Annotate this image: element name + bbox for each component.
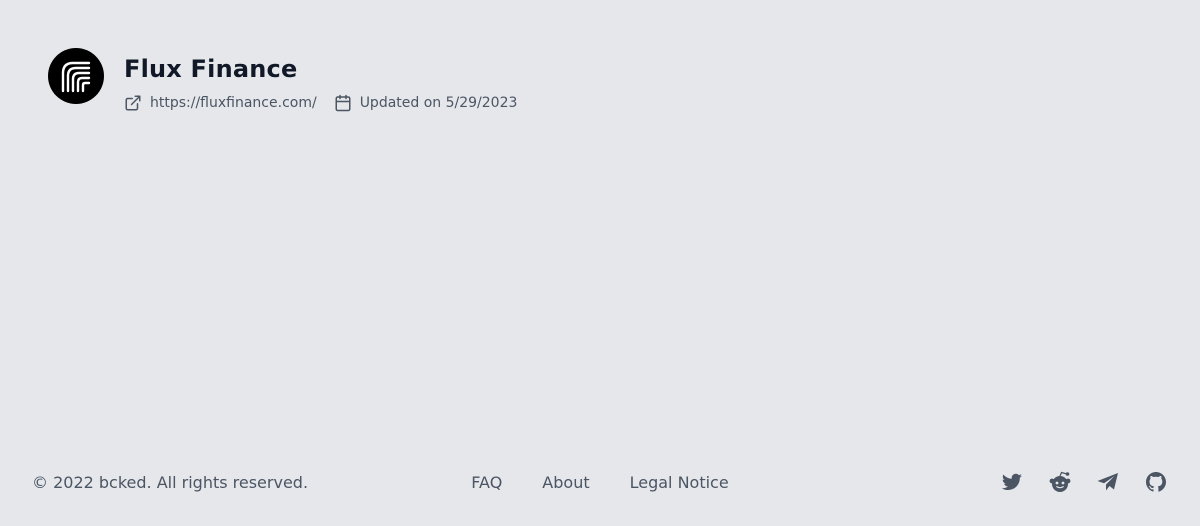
telegram-icon[interactable]: [1096, 470, 1120, 494]
updated-date-text: Updated on 5/29/2023: [359, 95, 518, 111]
project-meta: https://fluxfinance.com/ Updated on 5/29…: [124, 94, 534, 112]
faq-link[interactable]: FAQ: [471, 473, 502, 492]
legal-notice-link[interactable]: Legal Notice: [630, 473, 729, 492]
reddit-icon[interactable]: [1048, 470, 1072, 494]
external-link-icon: [124, 94, 142, 112]
social-links: [808, 470, 1168, 494]
page-title: Flux Finance: [124, 55, 298, 83]
project-header: Flux Finance https://fluxfinance.com/ Up…: [48, 48, 534, 112]
footer-nav: FAQ About Legal Notice: [451, 473, 748, 492]
flux-logo-icon: [48, 48, 104, 104]
project-url-link[interactable]: https://fluxfinance.com/: [124, 94, 317, 112]
github-icon[interactable]: [1144, 470, 1168, 494]
title-block: Flux Finance https://fluxfinance.com/ Up…: [124, 48, 534, 112]
project-url-text: https://fluxfinance.com/: [150, 95, 317, 111]
copyright-text: © 2022 bcked. All rights reserved.: [32, 472, 309, 492]
twitter-icon[interactable]: [1000, 470, 1024, 494]
about-link[interactable]: About: [542, 473, 589, 492]
calendar-icon: [334, 94, 352, 112]
updated-date: Updated on 5/29/2023: [334, 94, 518, 112]
site-footer: © 2022 bcked. All rights reserved. FAQ A…: [32, 470, 1168, 494]
